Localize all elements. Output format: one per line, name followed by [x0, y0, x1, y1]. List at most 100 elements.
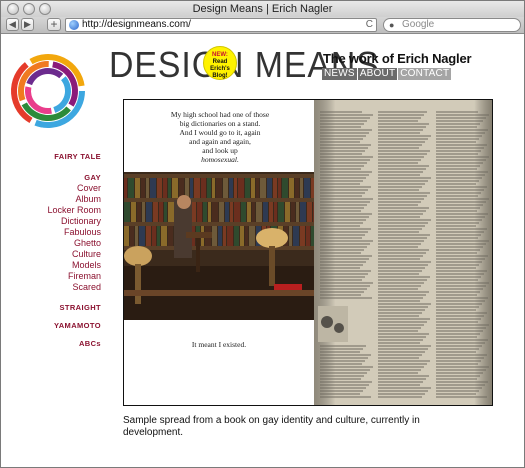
book-spine [282, 178, 288, 198]
book-spine [141, 178, 145, 198]
sidebar-item-ghetto[interactable]: Ghetto [1, 238, 101, 249]
minimize-window-icon[interactable] [23, 3, 35, 15]
book-spine [157, 226, 160, 246]
quote-line: My high school had one of those [170, 110, 270, 119]
book-spine [124, 202, 130, 222]
book-spine [274, 202, 277, 222]
add-bookmark-button[interactable]: + [47, 18, 61, 31]
badge-center [37, 80, 59, 102]
spread-left-page: My high school had one of those big dict… [124, 100, 314, 405]
book-spine [152, 226, 156, 246]
book-spine [164, 202, 167, 222]
zoom-window-icon[interactable] [39, 3, 51, 15]
book-spine [260, 178, 266, 198]
book-spine [218, 226, 222, 246]
quote-line: and again and again, [189, 137, 251, 146]
book-spine [289, 226, 292, 246]
book-spine [238, 178, 244, 198]
nav-about-link[interactable]: ABOUT [357, 68, 398, 80]
sidebar-item-fireman[interactable]: Fireman [1, 271, 101, 282]
book-spine [130, 226, 134, 246]
book-spine [146, 226, 151, 246]
book-spine [142, 202, 145, 222]
sidebar-section-yamamoto[interactable]: YAMAMOTO [1, 320, 101, 331]
book-spine [128, 178, 134, 198]
reload-icon[interactable]: C [366, 19, 373, 31]
book-spine [131, 202, 136, 222]
sidebar-item-scared[interactable]: Scared [1, 282, 101, 293]
book-spine [296, 202, 299, 222]
image-caption: Sample spread from a book on gay identit… [123, 415, 420, 438]
book-spine [285, 202, 290, 222]
spread-bottom-text: It meant I existed. [191, 340, 247, 349]
book-spine [208, 202, 211, 222]
sidebar-item-culture[interactable]: Culture [1, 249, 101, 260]
top-navigation: NEWS ABOUT CONTACT [322, 68, 452, 80]
globe-icon [69, 20, 79, 30]
page-content: DESIGN MEANS NEW: Read Erich's Blog! The… [1, 35, 524, 467]
book-spine [219, 202, 224, 222]
browser-toolbar: ◀ ▶ + http://designmeans.com/ C ● Google [1, 17, 524, 34]
book-spine [289, 178, 294, 198]
sidebar-section-gay[interactable]: GAY [1, 172, 101, 183]
book-spine [135, 178, 140, 198]
book-spine [212, 202, 218, 222]
address-bar[interactable]: http://designmeans.com/ C [65, 18, 377, 32]
quote-emphasis: homosexual. [201, 155, 239, 164]
sidebar-item-models[interactable]: Models [1, 260, 101, 271]
book-spine [159, 202, 163, 222]
book-spine [234, 202, 240, 222]
nav-news-link[interactable]: NEWS [322, 68, 357, 80]
book-spine [263, 202, 268, 222]
quote-line: and look up [202, 146, 238, 155]
book-spine [251, 178, 255, 198]
book-spine [245, 226, 248, 246]
book-spine [161, 226, 167, 246]
sidebar-item-album[interactable]: Album [1, 194, 101, 205]
sidebar-section-fairy-tale[interactable]: FAIRY TALE [1, 151, 101, 162]
sidebar-item-fabulous[interactable]: Fabulous [1, 227, 101, 238]
book-spine [249, 226, 255, 246]
sidebar-item-dictionary[interactable]: Dictionary [1, 216, 101, 227]
book-spine [135, 226, 138, 246]
sidebar-item-cover[interactable]: Cover [1, 183, 101, 194]
book-spine [291, 202, 295, 222]
close-window-icon[interactable] [7, 3, 19, 15]
book-spine [252, 202, 255, 222]
book-spine [197, 202, 202, 222]
book-spine [300, 202, 306, 222]
browser-window: Design Means | Erich Nagler ◀ ▶ + http:/… [0, 0, 525, 468]
forward-button[interactable]: ▶ [21, 18, 34, 31]
book-spine [234, 178, 237, 198]
window-title: Design Means | Erich Nagler [192, 3, 333, 15]
book-spine [201, 178, 206, 198]
sidebar-item-locker-room[interactable]: Locker Room [1, 205, 101, 216]
book-spine [150, 178, 156, 198]
search-field[interactable]: ● Google [383, 18, 521, 32]
book-spine [256, 178, 259, 198]
blog-bubble-link[interactable]: NEW: Read Erich's Blog! [203, 46, 237, 80]
book-spine [146, 202, 152, 222]
nav-contact-link[interactable]: CONTACT [398, 68, 452, 80]
blog-link-text: Read Erich's Blog! [210, 59, 230, 79]
dictionary-photo [314, 100, 492, 405]
book-spine [278, 202, 284, 222]
book-spine [139, 226, 145, 246]
book-spine [307, 202, 312, 222]
library-photo [124, 172, 314, 320]
portfolio-sidebar: FAIRY TALE GAY Cover Album Locker Room D… [1, 151, 101, 349]
sidebar-section-straight[interactable]: STRAIGHT [1, 302, 101, 313]
spread-quote: My high school had one of those big dict… [156, 110, 284, 164]
title-bar: Design Means | Erich Nagler [1, 1, 524, 17]
book-spine [306, 226, 310, 246]
sidebar-section-abcs[interactable]: ABCs [1, 338, 101, 349]
book-spine [229, 178, 233, 198]
book-spine [269, 202, 273, 222]
discipline-badge-logo[interactable] [8, 51, 88, 131]
search-icon: ● [389, 20, 395, 30]
book-spine [190, 178, 193, 198]
book-spine [168, 202, 174, 222]
book-spine [194, 178, 200, 198]
book-spine [179, 178, 184, 198]
back-button[interactable]: ◀ [6, 18, 19, 31]
